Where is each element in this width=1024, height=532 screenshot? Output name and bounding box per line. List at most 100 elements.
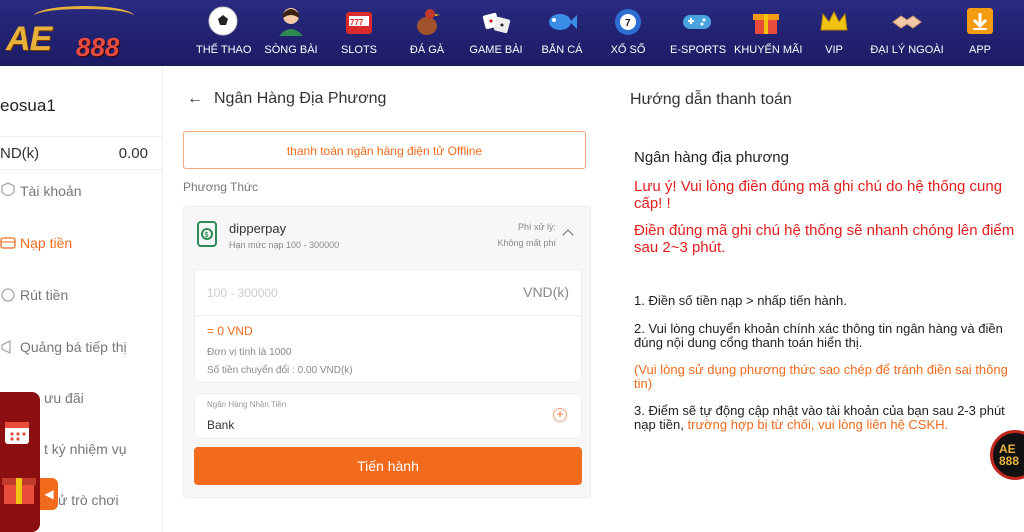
guide-warning-2: Điền đúng mã ghi chú hệ thống sẽ nhanh c… <box>634 222 1015 256</box>
soccer-ball-icon <box>208 6 238 36</box>
nav-item-e-sports[interactable]: E-SPORTS <box>670 0 727 66</box>
guide-bank-heading: Ngân hàng địa phương <box>634 149 789 166</box>
floating-promo-widget[interactable] <box>0 392 40 532</box>
logo-text: AE <box>6 20 52 58</box>
logo-number: 888 <box>76 32 120 62</box>
contact-support-link[interactable]: trường hợp bị từ chối, vui lòng liên hệ … <box>688 417 949 432</box>
nav-item-vip[interactable]: VIP <box>814 0 854 66</box>
unit-note: Đơn vị tính là 1000 <box>207 347 292 358</box>
page-title: Ngân Hàng Địa Phương <box>214 90 387 107</box>
nav-item-dai-ly-ngoai[interactable]: ĐẠI LÝ NGOÀI <box>870 0 944 66</box>
floating-logo-text: AE 888 <box>999 442 1020 468</box>
payment-guide-panel: Hướng dẫn thanh toán Ngân hàng địa phươn… <box>598 66 1024 532</box>
gamepad-icon <box>683 15 711 29</box>
nav-item-da-ga[interactable]: ĐÁ GÀ <box>404 0 450 66</box>
balance-currency: ND(k) <box>0 145 40 162</box>
bank-value: Bank <box>207 418 235 432</box>
sidebar-item-label: Quảng bá tiếp thị <box>20 339 127 355</box>
amount-section: VND(k) = 0 VND Đơn vị tính là 1000 Số ti… <box>194 269 582 383</box>
nav-label: VIP <box>825 44 843 56</box>
payment-method-card: $ dipperpay Hạn mức nạp 100 - 300000 Phí… <box>183 206 591 498</box>
tab-offline-banking[interactable]: thanh toán ngân hàng điện tử Offline <box>183 131 586 169</box>
gift-box-icon <box>2 478 36 504</box>
guide-note: (Vui lòng sử dụng phương thức sao chép đ… <box>634 362 1008 391</box>
username: eosua1 <box>0 96 56 115</box>
deposit-limit: Hạn mức nạp 100 - 300000 <box>229 240 340 250</box>
sidebar-item-label: ưu đãi <box>44 390 84 406</box>
rooster-icon <box>417 9 440 35</box>
svg-text:777: 777 <box>350 18 364 27</box>
guide-title: Hướng dẫn thanh toán <box>630 91 792 108</box>
fish-icon <box>549 14 577 30</box>
nav-item-khuyen-mai[interactable]: KHUYẾN MÃI <box>734 0 803 66</box>
fee-value: Không mất phí <box>497 238 556 248</box>
lottery-ball-icon: 7 <box>615 9 641 35</box>
nav-label: SLOTS <box>340 44 378 56</box>
deposit-icon <box>0 237 16 249</box>
nav-label: ĐÁ GÀ <box>409 44 445 56</box>
sidebar-item-label: t ký nhiệm vụ <box>44 441 127 457</box>
nav-item-slots[interactable]: 777 SLOTS <box>334 0 384 66</box>
back-arrow-icon[interactable]: ← <box>187 90 203 108</box>
converted-amount: Số tiền chuyển đổi : 0.00 VND(k) <box>207 365 353 376</box>
promotion-icon <box>1 339 11 355</box>
sidebar-item-promotion[interactable]: Quảng bá tiếp thị <box>0 328 162 368</box>
nav-label: THỂ THAO <box>196 44 252 56</box>
caret-left-icon: ◀ <box>44 487 54 501</box>
withdraw-icon <box>1 288 15 302</box>
handshake-icon <box>892 15 922 29</box>
nav-label: SÒNG BÀI <box>264 44 318 56</box>
nav-label: APP <box>968 44 991 56</box>
sidebar-item-account[interactable]: Tài khoản <box>0 172 162 212</box>
bank-label: Ngân Hàng Nhận Tiền <box>207 400 287 409</box>
sidebar-item-label: Rút tiền <box>20 287 69 303</box>
nav-item-song-bai[interactable]: SÒNG BÀI <box>264 0 318 66</box>
receiving-bank-select[interactable]: Ngân Hàng Nhận Tiền Bank + <box>194 393 582 439</box>
nav-label: KHUYẾN MÃI <box>734 44 803 56</box>
guide-warning-1: Lưu ý! Vui lòng điền đúng mã ghi chú do … <box>634 178 1003 212</box>
payment-method-header[interactable]: $ dipperpay Hạn mức nạp 100 - 300000 Phí… <box>184 207 590 265</box>
chevron-up-icon[interactable] <box>562 229 574 241</box>
nav-item-the-thao[interactable]: THỂ THAO <box>196 0 252 66</box>
top-nav: AE 888 THỂ THAO SÒNG BÀI 777 SLOTS ĐÁ GÀ… <box>0 0 1024 66</box>
method-label: Phương Thức <box>183 180 259 194</box>
nav-item-game-bai[interactable]: GAME BÀI <box>468 0 524 66</box>
crown-icon <box>820 10 848 31</box>
gift-icon <box>753 14 779 34</box>
svg-text:7: 7 <box>625 18 631 29</box>
proceed-button[interactable]: Tiến hành <box>194 447 582 485</box>
sidebar-item-label: ử trò chơi <box>58 492 119 508</box>
dipperpay-icon: $ <box>197 221 217 247</box>
ae888-logo[interactable]: AE 888 <box>0 2 150 64</box>
dice-icon <box>482 12 511 34</box>
account-icon <box>1 182 15 197</box>
guide-step-3: 3. Điểm sẽ tự động cập nhật vào tài khoả… <box>634 404 1024 432</box>
sidebar-item-deposit[interactable]: Nạp tiền <box>0 224 162 264</box>
download-icon <box>967 8 993 34</box>
amount-unit: VND(k) <box>523 284 569 300</box>
nav-label: E-SPORTS <box>670 44 727 56</box>
nav-label: BẮN CÁ <box>541 44 583 56</box>
amount-equivalent: = 0 VND <box>207 324 253 338</box>
calendar-icon <box>5 422 29 444</box>
add-circle-icon[interactable]: + <box>553 408 567 422</box>
nav-label: XỔ SỐ <box>610 44 646 56</box>
slot-machine-icon: 777 <box>346 12 372 34</box>
sidebar-item-label: Tài khoản <box>20 183 82 199</box>
deposit-panel: ← Ngân Hàng Địa Phương thanh toán ngân h… <box>162 66 598 532</box>
guide-step-1: 1. Điền số tiền nạp > nhấp tiến hành. <box>634 293 847 308</box>
nav-item-ban-ca[interactable]: BẮN CÁ <box>540 0 584 66</box>
collapse-widget-button[interactable]: ◀ <box>40 478 58 510</box>
sidebar-item-label: Nạp tiền <box>20 235 73 251</box>
guide-step-2: 2. Vui lòng chuyển khoản chính xác thông… <box>634 321 1003 350</box>
nav-label: ĐẠI LÝ NGOÀI <box>870 44 944 56</box>
nav-item-xo-so[interactable]: 7 XỔ SỐ <box>608 0 648 66</box>
casino-dealer-icon <box>279 8 303 36</box>
nav-item-app[interactable]: APP <box>960 0 1000 66</box>
balance-row: ND(k) 0.00 <box>0 136 162 170</box>
payment-method-name: dipperpay <box>229 221 287 236</box>
sidebar-item-withdraw[interactable]: Rút tiền <box>0 276 162 316</box>
svg-text:$: $ <box>205 232 209 239</box>
balance-value: 0.00 <box>118 145 148 162</box>
fee-label: Phí xử lý: <box>517 222 556 232</box>
